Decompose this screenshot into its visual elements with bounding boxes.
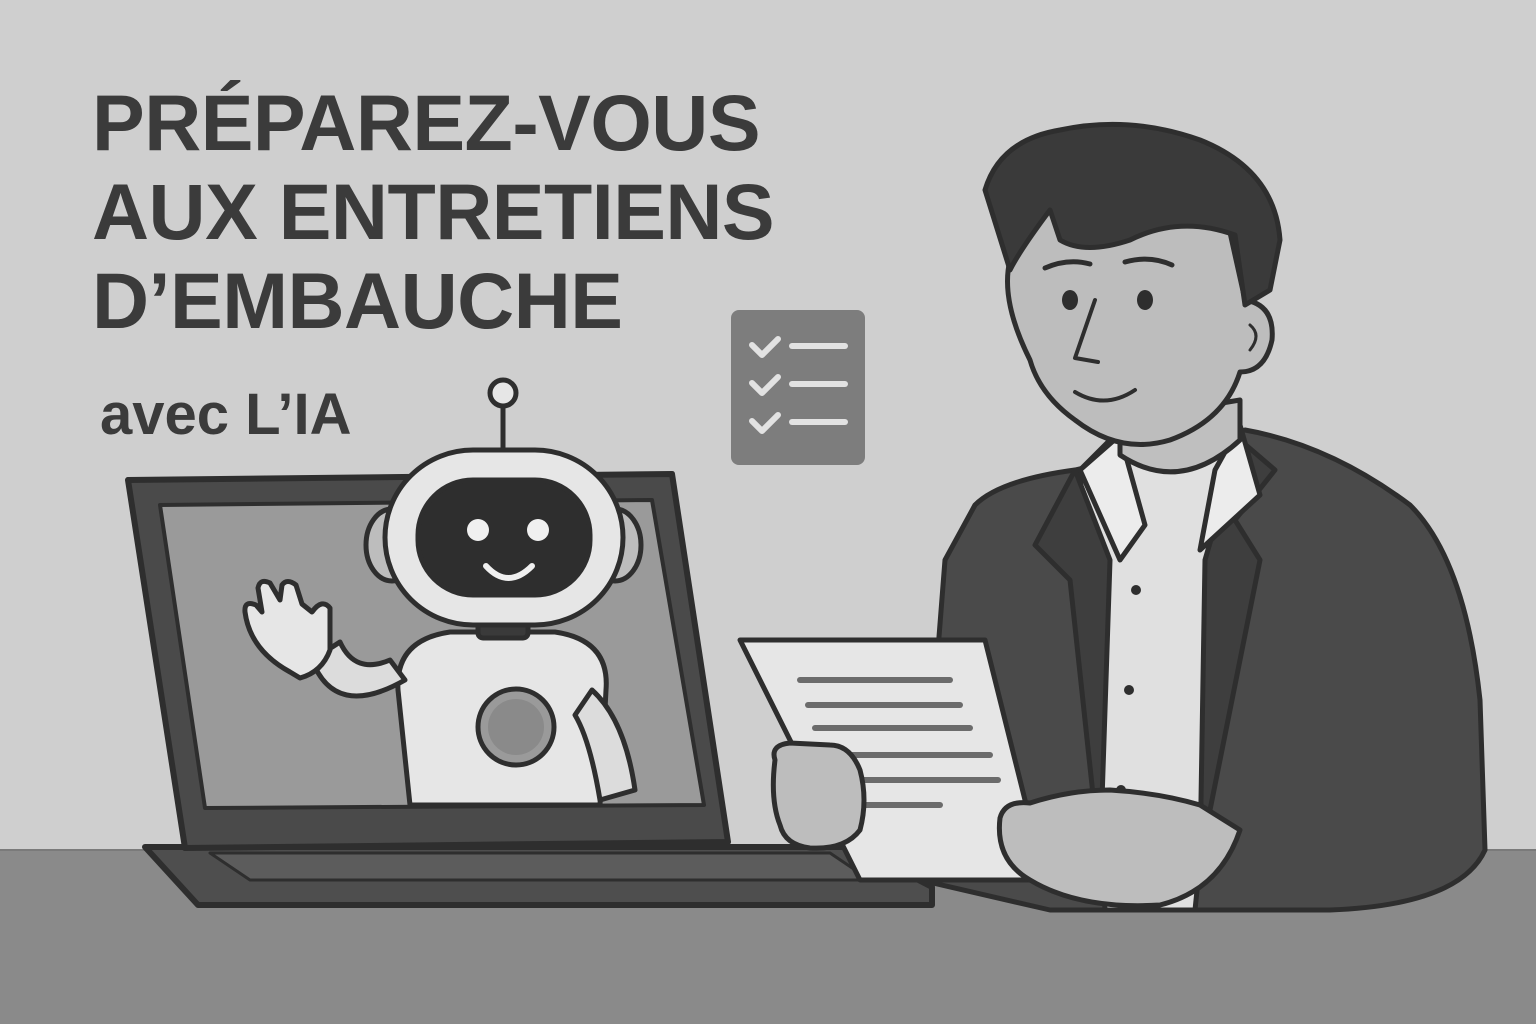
headline-line-1: PRÉPAREZ-VOUS: [92, 78, 761, 167]
headline-line-2: AUX ENTRETIENS: [92, 167, 775, 256]
headline-line-3: D’EMBAUCHE: [92, 256, 623, 345]
subline: avec L’IA: [100, 382, 352, 447]
illustration-scene: PRÉPAREZ-VOUS AUX ENTRETIENS D’EMBAUCHE …: [0, 0, 1536, 1024]
headline: PRÉPAREZ-VOUS AUX ENTRETIENS D’EMBAUCHE: [92, 78, 775, 345]
